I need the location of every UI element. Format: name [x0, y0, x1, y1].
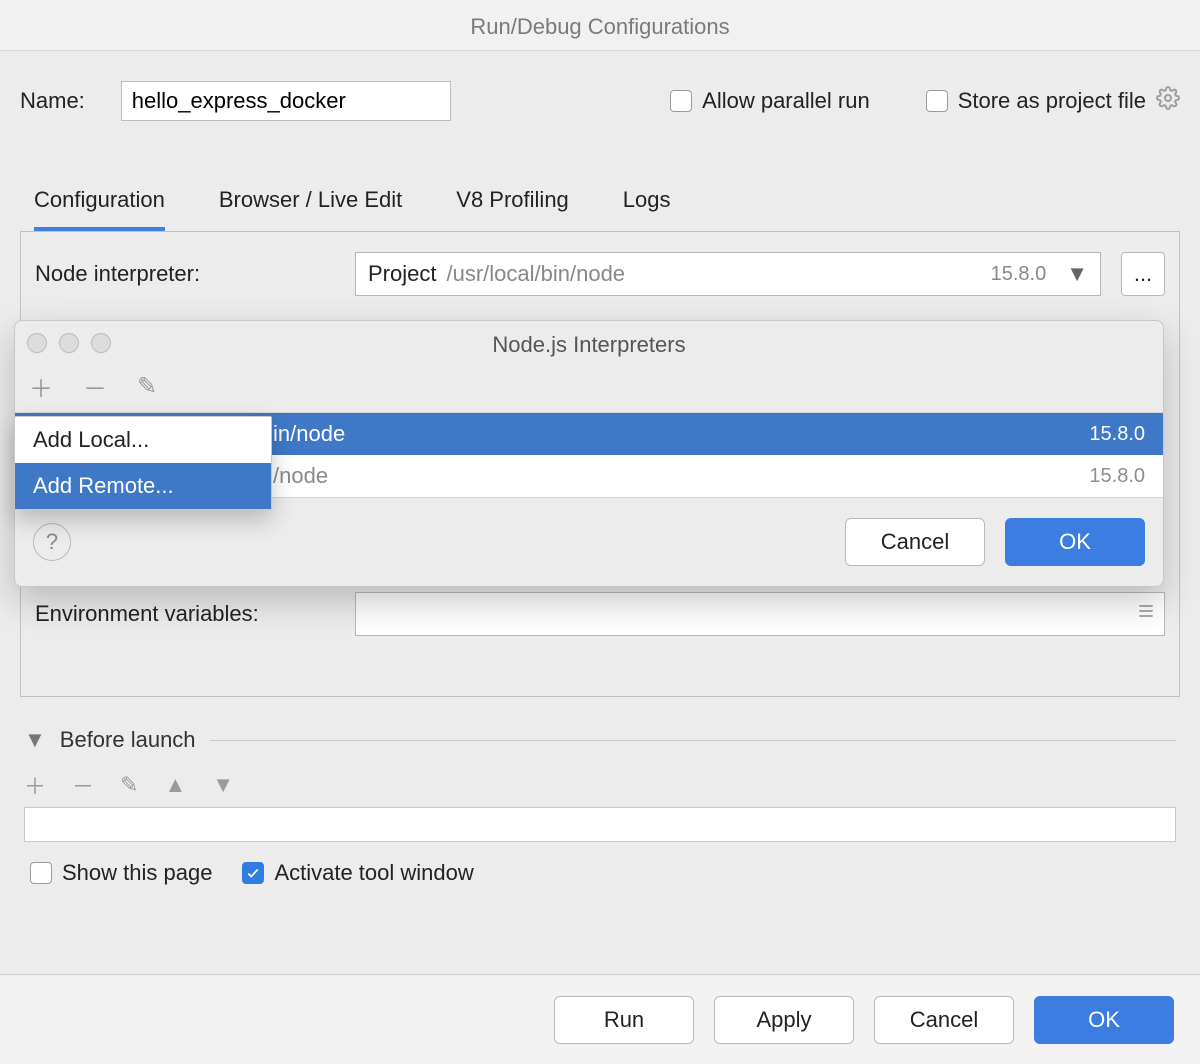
popup-ok-button[interactable]: OK — [1005, 518, 1145, 566]
interpreter-row-version: 15.8.0 — [1089, 465, 1145, 488]
show-this-page-label: Show this page — [62, 860, 212, 886]
name-row: Name: Allow parallel run Store as projec… — [0, 51, 1200, 131]
gear-icon[interactable] — [1156, 86, 1180, 116]
chevron-down-icon: ▼ — [1066, 261, 1088, 287]
remove-icon[interactable]: － — [72, 769, 94, 801]
tab-logs[interactable]: Logs — [623, 187, 671, 231]
browse-interpreter-button[interactable]: ... — [1121, 252, 1165, 296]
tab-browser-live-edit[interactable]: Browser / Live Edit — [219, 187, 402, 231]
dialog-title: Run/Debug Configurations — [0, 0, 1200, 51]
help-icon[interactable]: ? — [33, 523, 71, 561]
name-input[interactable] — [121, 81, 451, 121]
bottom-checkboxes: Show this page Activate tool window — [30, 860, 1170, 886]
popup-cancel-button[interactable]: Cancel — [845, 518, 985, 566]
traffic-close-icon[interactable] — [27, 333, 47, 353]
popup-remove-icon[interactable]: － — [83, 369, 107, 404]
move-down-icon[interactable]: ▼ — [212, 772, 234, 798]
add-interpreter-dropdown: Add Local... Add Remote... — [14, 416, 272, 510]
node-interpreter-label: Node interpreter: — [35, 261, 335, 287]
ok-button[interactable]: OK — [1034, 996, 1174, 1044]
popup-add-icon[interactable]: ＋ — [29, 369, 53, 404]
divider — [210, 740, 1176, 741]
store-as-project-file-label: Store as project file — [958, 88, 1146, 114]
checkbox-icon — [926, 90, 948, 112]
collapse-triangle-icon[interactable]: ▼ — [24, 727, 46, 753]
activate-tool-window-label: Activate tool window — [274, 860, 473, 886]
add-icon[interactable]: ＋ — [24, 769, 46, 801]
before-launch-section: ▼ Before launch — [24, 727, 1176, 753]
allow-parallel-run-checkbox[interactable]: Allow parallel run — [670, 88, 870, 114]
tab-configuration[interactable]: Configuration — [34, 187, 165, 231]
node-interpreter-select[interactable]: Project /usr/local/bin/node 15.8.0 ▼ — [355, 252, 1101, 296]
popup-titlebar: Node.js Interpreters — [15, 321, 1163, 369]
env-variables-label: Environment variables: — [35, 601, 335, 627]
apply-button[interactable]: Apply — [714, 996, 854, 1044]
store-as-project-file-checkbox[interactable]: Store as project file — [926, 86, 1180, 116]
tabs: Configuration Browser / Live Edit V8 Pro… — [0, 131, 1200, 231]
tab-v8-profiling[interactable]: V8 Profiling — [456, 187, 569, 231]
interpreter-path: /usr/local/bin/node — [446, 261, 625, 287]
add-local-menu-item[interactable]: Add Local... — [15, 417, 271, 463]
checkbox-checked-icon — [242, 862, 264, 884]
name-label: Name: — [20, 88, 85, 114]
traffic-max-icon[interactable] — [91, 333, 111, 353]
allow-parallel-run-label: Allow parallel run — [702, 88, 870, 114]
edit-icon[interactable]: ✎ — [120, 772, 138, 798]
popup-edit-icon[interactable]: ✎ — [137, 372, 157, 401]
checkbox-icon — [30, 862, 52, 884]
cancel-button[interactable]: Cancel — [874, 996, 1014, 1044]
popup-title: Node.js Interpreters — [492, 332, 685, 358]
interpreter-row-version: 15.8.0 — [1089, 423, 1145, 446]
interpreter-version: 15.8.0 — [991, 263, 1047, 286]
dialog-footer: Run Apply Cancel OK — [0, 974, 1200, 1064]
window-traffic-lights — [27, 333, 111, 353]
move-up-icon[interactable]: ▲ — [164, 772, 186, 798]
traffic-min-icon[interactable] — [59, 333, 79, 353]
show-this-page-checkbox[interactable]: Show this page — [30, 860, 212, 886]
before-launch-label: Before launch — [60, 727, 196, 753]
popup-toolbar: ＋ － ✎ — [15, 369, 1163, 412]
before-launch-list[interactable] — [24, 808, 1176, 842]
list-icon[interactable] — [1136, 601, 1156, 627]
env-variables-input[interactable] — [355, 592, 1165, 636]
run-button[interactable]: Run — [554, 996, 694, 1044]
activate-tool-window-checkbox[interactable]: Activate tool window — [242, 860, 473, 886]
add-remote-menu-item[interactable]: Add Remote... — [15, 463, 271, 509]
before-launch-toolbar: ＋ － ✎ ▲ ▼ — [24, 763, 1176, 808]
checkbox-icon — [670, 90, 692, 112]
interpreter-prefix: Project — [368, 261, 436, 287]
